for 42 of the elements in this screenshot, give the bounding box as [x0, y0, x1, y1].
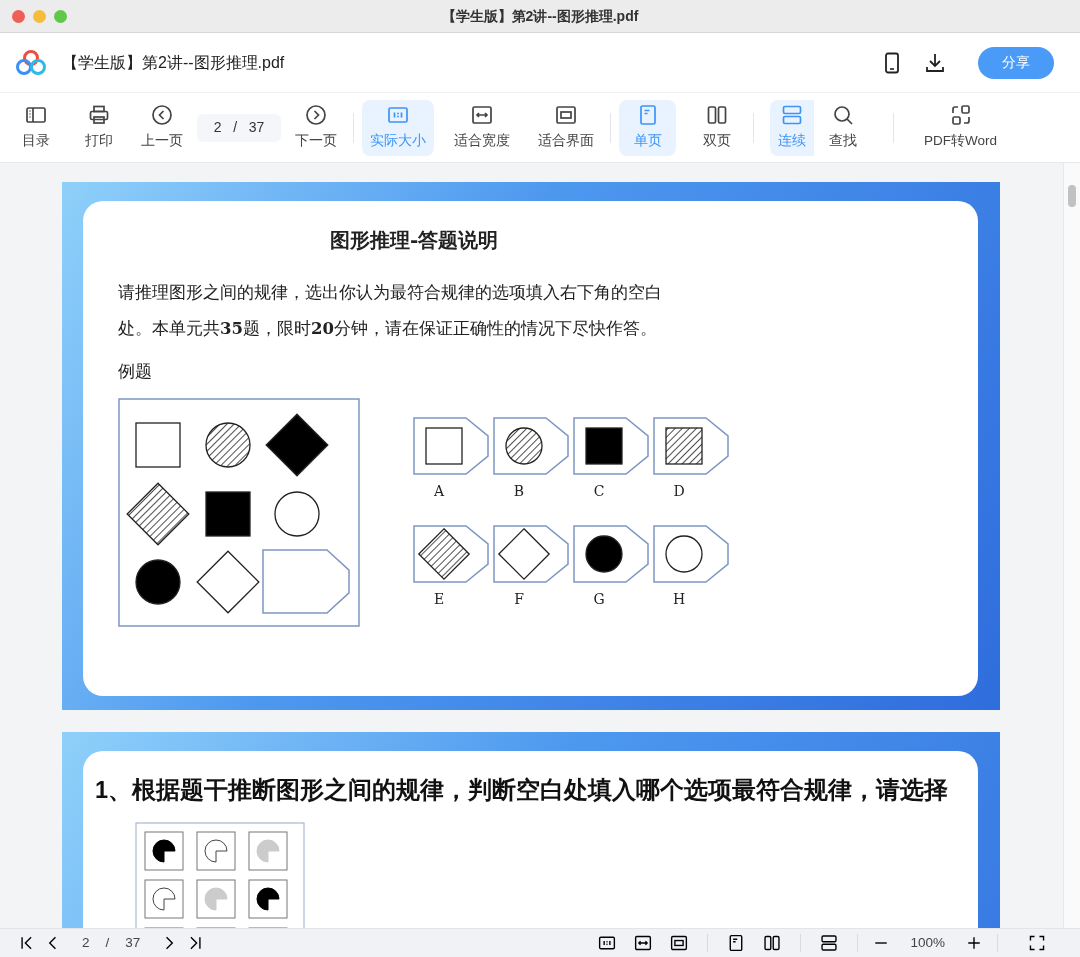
page-separator: / — [105, 933, 110, 952]
example-label: 例题 — [118, 360, 153, 383]
next-page-icon — [305, 103, 327, 126]
toolbar-button[interactable]: 适合界面 — [530, 99, 602, 156]
phone-icon[interactable] — [884, 51, 900, 74]
toolbar-button[interactable]: 目录 — [7, 99, 64, 156]
previous-page-icon — [151, 103, 173, 126]
page-number: 2 — [82, 933, 90, 952]
option-label: A — [433, 483, 445, 500]
page-title: 图形推理-答题说明 — [330, 227, 500, 254]
toolbar-button[interactable]: 打印 — [70, 99, 127, 156]
search-icon — [831, 103, 854, 126]
page-count: 37 — [125, 933, 141, 952]
option-label: C — [593, 483, 605, 500]
fit-width-icon — [471, 103, 493, 126]
option-label: D — [673, 483, 685, 500]
paragraph-line: 处。本单元共35题，限时20分钟，请在保证正确性的情况下尽快作答。 — [118, 317, 658, 340]
toolbar-button[interactable]: PDF转Word — [916, 99, 1005, 156]
option-label: H — [672, 591, 686, 608]
page-number-field[interactable]: 2 / 37 — [197, 113, 281, 142]
paragraph-line: 请推理图形之间的规律，选出你认为最符合规律的选项填入右下角的空白 — [118, 282, 663, 304]
file-name: 【学生版】第2讲--图形推理.pdf — [62, 52, 285, 73]
fit-page-icon — [555, 103, 577, 126]
zoom-level: 100% — [910, 933, 945, 952]
scrollbar-thumb[interactable] — [1068, 185, 1076, 207]
double-page-icon — [705, 103, 728, 126]
convert-icon — [949, 103, 972, 126]
printer-icon — [87, 103, 110, 126]
download-icon[interactable] — [924, 51, 946, 74]
continuous-scroll-icon — [781, 103, 803, 126]
option-label: F — [514, 591, 524, 608]
toolbar-button[interactable]: 双页 — [688, 99, 745, 156]
option-label: G — [593, 591, 605, 608]
toolbar-button[interactable]: 上一页 — [133, 99, 191, 156]
close-button[interactable] — [12, 10, 25, 23]
app-logo-icon — [16, 49, 46, 76]
option-label: E — [433, 591, 445, 608]
toolbar-button[interactable]: 下一页 — [287, 99, 345, 156]
toolbar-button[interactable]: 适合宽度 — [446, 99, 518, 156]
question-text: 1、根据题干推断图形之间的规律，判断空白处填入哪个选项最符合规律，请选择 — [94, 776, 950, 805]
window-title: 【学生版】第2讲--图形推理.pdf — [441, 7, 639, 26]
option-label: B — [513, 483, 525, 500]
